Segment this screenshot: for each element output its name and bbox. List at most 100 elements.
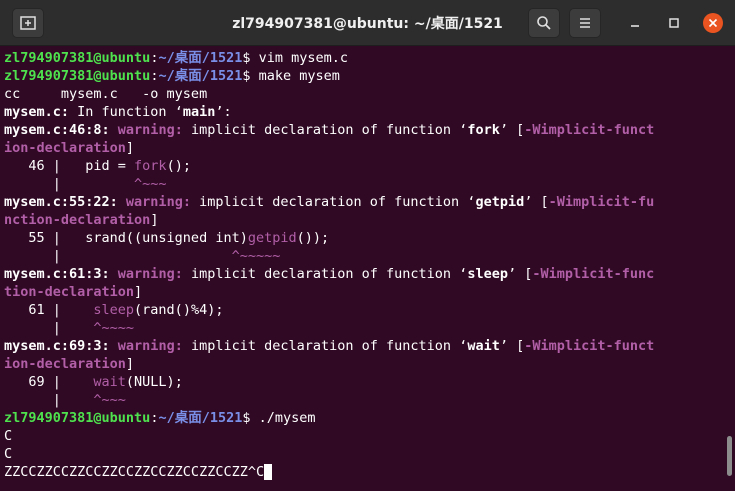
warning-line: ion-declaration]: [4, 355, 720, 373]
warning-flag: -Wimplicit-funct: [524, 338, 655, 354]
menu-button[interactable]: [569, 8, 601, 38]
warning-label: warning:: [109, 338, 183, 354]
caret-line: | ^~~~: [4, 391, 720, 409]
program-output: ZZCCZZCCZZCCZZCCZZCCZZCCZZCCZZ^C: [4, 464, 265, 480]
output-text: 61 |: [4, 302, 94, 318]
prompt-path: ~/桌面/1521: [158, 50, 243, 66]
output-text: |: [4, 248, 232, 264]
prompt-path: ~/桌面/1521: [158, 410, 243, 426]
output-line: cc mysem.c -o mysem: [4, 86, 208, 102]
terminal-output[interactable]: zl794907381@ubuntu:~/桌面/1521$ vim mysem.…: [0, 46, 720, 491]
maximize-button[interactable]: [664, 13, 684, 33]
warning-flag: -Wimplicit-func: [532, 266, 655, 282]
output-text: implicit declaration of function ‘: [190, 194, 476, 210]
output-text: 69 |: [4, 374, 94, 390]
output-text: |: [4, 176, 135, 192]
caret-line: | ^~~~~: [4, 319, 720, 337]
output-text: ’:: [215, 104, 232, 120]
warning-line: ion-declaration]: [4, 139, 720, 157]
warning-label: warning:: [109, 266, 183, 282]
source-line: 55 | srand((unsigned int)getpid());: [4, 229, 720, 247]
output-line: ZZCCZZCCZZCCZZCCZZCCZZCCZZCCZZ^C: [4, 463, 720, 481]
source-line: 61 | sleep(rand()%4);: [4, 301, 720, 319]
minimize-button[interactable]: [625, 13, 645, 33]
warning-flag: ion-declaration: [4, 356, 126, 372]
prompt-user-host: zl794907381@ubuntu: [4, 50, 151, 66]
source-line: 46 | pid = fork();: [4, 157, 720, 175]
warning-flag: nction-declaration: [4, 212, 151, 228]
command-text: ./mysem: [250, 410, 316, 426]
new-tab-button[interactable]: [12, 8, 44, 38]
file-ref: mysem.c:: [4, 104, 70, 120]
caret-marker: ^~~~~: [93, 320, 135, 336]
function-name: sleep: [93, 302, 135, 318]
terminal-scrollbar[interactable]: [727, 436, 732, 476]
function-name: getpid: [247, 230, 297, 246]
function-name: wait: [467, 338, 500, 354]
output-text: implicit declaration of function ‘: [182, 122, 468, 138]
text-cursor: [264, 464, 273, 480]
warning-flag: tion-declaration: [4, 284, 135, 300]
prompt-line: zl794907381@ubuntu:~/桌面/1521$ ./mysem: [4, 409, 720, 427]
function-name: fork: [467, 122, 500, 138]
output-text: ]: [134, 284, 143, 300]
function-name: main: [182, 104, 216, 120]
minimize-icon: [631, 25, 639, 27]
output-line: C: [4, 446, 13, 462]
file-ref: mysem.c:46:8:: [4, 122, 110, 138]
function-name: fork: [134, 158, 167, 174]
output-text: (rand()%4);: [134, 302, 224, 318]
prompt-path: ~/桌面/1521: [158, 68, 243, 84]
new-tab-icon: [20, 16, 36, 30]
warning-line: mysem.c:55:22: warning: implicit declara…: [4, 193, 720, 211]
close-button[interactable]: [703, 13, 723, 33]
function-name: sleep: [467, 266, 508, 282]
warning-label: warning:: [109, 122, 183, 138]
search-icon: [537, 16, 551, 30]
output-text: 55 | srand((unsigned int): [4, 230, 248, 246]
prompt-user-host: zl794907381@ubuntu: [4, 410, 151, 426]
warning-line: nction-declaration]: [4, 211, 720, 229]
output-text: ’ [: [499, 122, 525, 138]
output-text: (NULL);: [125, 374, 183, 390]
caret-marker: ^~~~~~: [231, 248, 281, 264]
output-line: C: [4, 428, 13, 444]
title-bar: zl794907381@ubuntu: ~/桌面/1521: [0, 0, 735, 46]
output-text: In function ‘: [69, 104, 183, 120]
file-ref: mysem.c:69:3:: [4, 338, 110, 354]
output-text: implicit declaration of function ‘: [182, 266, 468, 282]
output-text: |: [4, 320, 94, 336]
prompt-dollar: $: [242, 68, 251, 84]
warning-flag: ion-declaration: [4, 140, 126, 156]
warning-line: tion-declaration]: [4, 283, 720, 301]
output-text: ();: [166, 158, 191, 174]
function-name: wait: [93, 374, 126, 390]
command-text: vim mysem.c: [250, 50, 349, 66]
file-ref: mysem.c:61:3:: [4, 266, 110, 282]
search-button[interactable]: [528, 8, 560, 38]
caret-line: | ^~~~: [4, 175, 720, 193]
output-text: ());: [296, 230, 330, 246]
prompt-dollar: $: [242, 410, 251, 426]
prompt-line: zl794907381@ubuntu:~/桌面/1521$ vim mysem.…: [4, 49, 720, 67]
output-text: 46 | pid =: [4, 158, 135, 174]
prompt-line: zl794907381@ubuntu:~/桌面/1521$ make mysem: [4, 67, 720, 85]
caret-line: | ^~~~~~: [4, 247, 720, 265]
warning-flag: -Wimplicit-funct: [524, 122, 655, 138]
warning-flag: -Wimplicit-fu: [548, 194, 655, 210]
source-line: 69 | wait(NULL);: [4, 373, 720, 391]
output-text: ]: [150, 212, 159, 228]
hamburger-menu-icon: [580, 18, 590, 28]
caret-marker: ^~~~: [134, 176, 167, 192]
command-text: make mysem: [250, 68, 340, 84]
caret-marker: ^~~~: [93, 392, 126, 408]
output-text: ’ [: [507, 266, 533, 282]
close-icon: [703, 13, 723, 33]
warning-line: mysem.c:46:8: warning: implicit declarat…: [4, 121, 720, 139]
function-name: getpid: [475, 194, 525, 210]
maximize-icon: [669, 18, 679, 28]
output-text: ’ [: [499, 338, 525, 354]
prompt-user-host: zl794907381@ubuntu: [4, 68, 151, 84]
output-line: mysem.c: In function ‘main’:: [4, 103, 720, 121]
warning-line: mysem.c:69:3: warning: implicit declarat…: [4, 337, 720, 355]
